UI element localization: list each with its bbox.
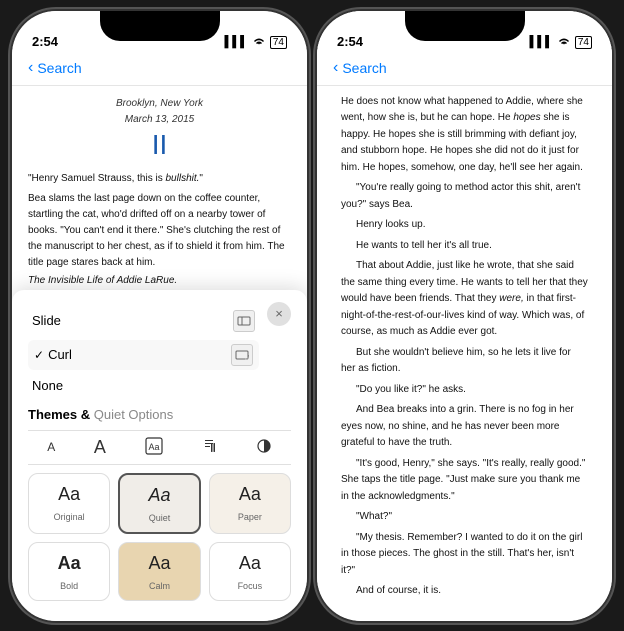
back-button-right[interactable]: ‹ Search: [333, 59, 596, 77]
theme-paper-aa: Aa: [216, 484, 284, 505]
close-icon: ×: [275, 306, 283, 321]
nav-bar-left: ‹ Search: [12, 55, 307, 86]
themes-header: Themes & Quiet Options: [28, 407, 173, 422]
back-label-left: Search: [37, 60, 81, 76]
theme-quiet-label: Quiet: [149, 513, 171, 523]
svg-text:Aa: Aa: [148, 442, 159, 452]
theme-quiet-aa: Aa: [126, 485, 192, 506]
right-para-2: "You're really going to method actor thi…: [341, 180, 588, 213]
slide-label: Slide: [32, 313, 61, 328]
checkmark-icon: ✓: [34, 348, 44, 362]
theme-focus-label: Focus: [238, 581, 263, 591]
book-location: Brooklyn, New York: [28, 96, 291, 112]
book-para-2: Bea slams the last page down on the coff…: [28, 191, 291, 271]
contrast-button[interactable]: [256, 438, 272, 457]
theme-calm[interactable]: Aa Calm: [118, 542, 200, 601]
right-book-text: He does not know what happened to Addie,…: [333, 94, 596, 596]
right-para-8: And Bea breaks into a grin. There is no …: [341, 402, 588, 452]
slide-icon: [233, 310, 255, 332]
chapter-heading: II: [28, 128, 291, 162]
right-para-3: Henry looks up.: [341, 217, 588, 234]
notch: [100, 11, 220, 41]
right-para-6: But she wouldn't believe him, so he lets…: [341, 345, 588, 378]
theme-bold-aa: Aa: [35, 553, 103, 574]
close-button[interactable]: ×: [267, 302, 291, 326]
right-phone: 2:54 ▌▌▌ 74 ‹ Search He does: [317, 11, 612, 621]
signal-icon-right: ▌▌▌: [529, 36, 552, 48]
theme-focus[interactable]: Aa Focus: [209, 542, 291, 601]
theme-original[interactable]: Aa Original: [28, 473, 110, 534]
status-icons-left: ▌▌▌ 74: [224, 36, 287, 49]
theme-paper-label: Paper: [238, 512, 262, 522]
theme-calm-aa: Aa: [125, 553, 193, 574]
status-icons-right: ▌▌▌ 74: [529, 36, 592, 49]
bottom-panel: Slide ✓ Curl: [12, 290, 307, 621]
time-right: 2:54: [337, 34, 363, 49]
right-para-12: And of course, it is.: [341, 583, 588, 596]
battery-icon-right: 74: [575, 36, 592, 49]
book-para-italic: The Invisible Life of Addie LaRue.: [28, 273, 291, 289]
right-para-11: "My thesis. Remember? I wanted to do it …: [341, 530, 588, 580]
back-chevron-icon-right: ‹: [333, 59, 338, 77]
paragraph-button[interactable]: [201, 438, 217, 457]
font-type-button[interactable]: Aa: [145, 437, 163, 458]
back-label-right: Search: [342, 60, 386, 76]
theme-paper[interactable]: Aa Paper: [209, 473, 291, 534]
notch-right: [405, 11, 525, 41]
right-para-5: That about Addie, just like he wrote, th…: [341, 258, 588, 341]
theme-focus-aa: Aa: [216, 553, 284, 574]
font-large-button[interactable]: A: [94, 437, 106, 458]
theme-bold-label: Bold: [60, 581, 78, 591]
wifi-icon-right: [557, 36, 571, 49]
theme-quiet[interactable]: Aa Quiet: [118, 473, 200, 534]
slide-menu: Slide ✓ Curl: [28, 302, 259, 401]
theme-calm-label: Calm: [149, 581, 170, 591]
right-para-1: He does not know what happened to Addie,…: [341, 94, 588, 177]
right-para-9: "It's good, Henry," she says. "It's real…: [341, 456, 588, 506]
time-left: 2:54: [32, 34, 58, 49]
book-header: Brooklyn, New York March 13, 2015 II: [28, 96, 291, 162]
font-small-button[interactable]: A: [47, 440, 55, 454]
right-para-4: He wants to tell her it's all true.: [341, 238, 588, 255]
back-chevron-icon: ‹: [28, 59, 33, 77]
signal-icon: ▌▌▌: [224, 36, 247, 48]
theme-bold[interactable]: Aa Bold: [28, 542, 110, 601]
slide-option-slide[interactable]: Slide: [28, 302, 259, 340]
book-content-right: He does not know what happened to Addie,…: [317, 86, 612, 596]
right-para-7: "Do you like it?" he asks.: [341, 382, 588, 399]
book-date: March 13, 2015: [28, 112, 291, 128]
curl-label: Curl: [48, 347, 72, 362]
slide-option-curl[interactable]: ✓ Curl: [28, 340, 259, 370]
none-label: None: [32, 378, 63, 393]
back-button-left[interactable]: ‹ Search: [28, 59, 291, 77]
battery-icon: 74: [270, 36, 287, 49]
theme-original-aa: Aa: [35, 484, 103, 505]
right-para-10: "What?": [341, 509, 588, 526]
font-controls: A A Aa: [28, 430, 291, 465]
left-phone: 2:54 ▌▌▌ 74 ‹ Search Brookly: [12, 11, 307, 621]
curl-icon: [231, 344, 253, 366]
book-para-1: "Henry Samuel Strauss, this is bullshit.…: [28, 171, 291, 187]
theme-cards: Aa Original Aa Quiet Aa Paper Aa Bold: [28, 473, 291, 601]
nav-bar-right: ‹ Search: [317, 55, 612, 86]
slide-option-none[interactable]: None: [28, 370, 259, 401]
theme-original-label: Original: [54, 512, 85, 522]
wifi-icon: [252, 36, 266, 49]
